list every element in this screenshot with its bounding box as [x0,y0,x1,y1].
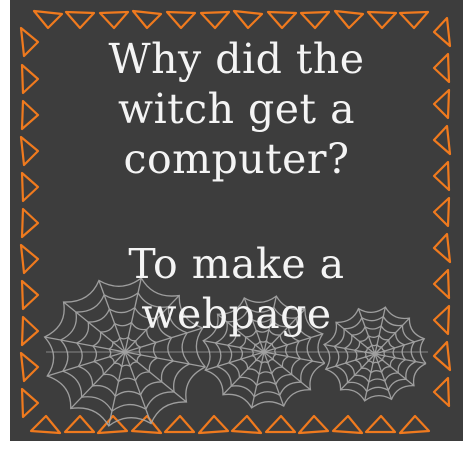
joke-text: Why did the witch get a computer? To mak… [10,34,463,339]
answer-line-1: To make a [128,240,345,288]
question-line-2: witch get a [117,85,356,133]
question-line-3: computer? [123,135,350,183]
question-line-1: Why did the [108,35,365,83]
joke-card: Why did the witch get a computer? To mak… [10,0,463,441]
answer-line-2: webpage [141,290,332,338]
